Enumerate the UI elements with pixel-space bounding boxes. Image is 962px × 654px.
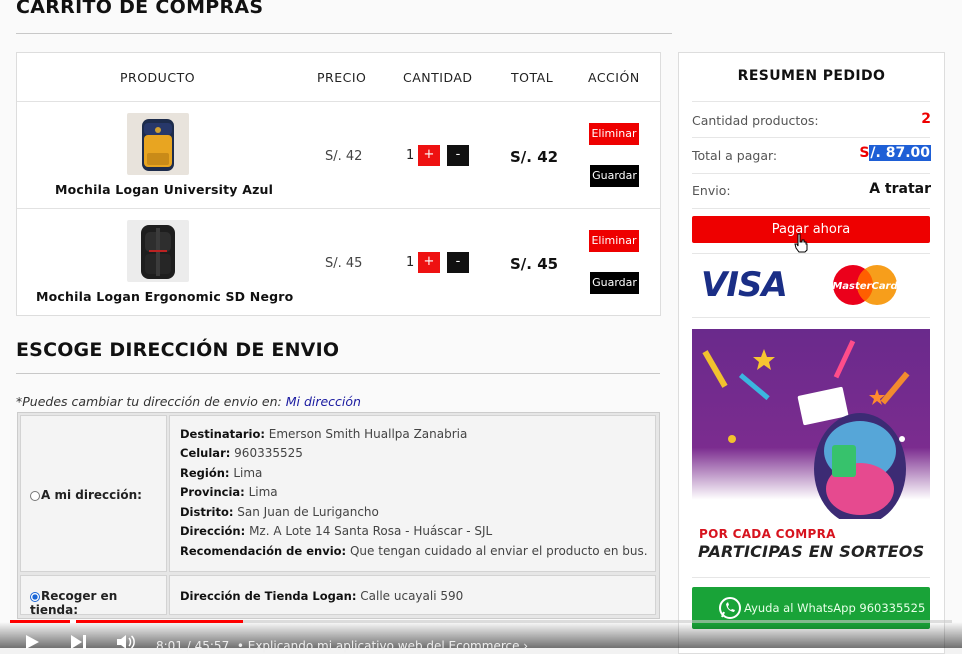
promo-line-1: POR CADA COMPRA [699,527,836,541]
summary-divider [692,137,930,138]
title-divider [16,33,672,34]
shipping-note: *Puedes cambiar tu dirección de envio en… [16,394,361,409]
home-option-cell[interactable]: A mi dirección: [20,415,167,572]
video-chapter[interactable]: • Explicando mi aplicativo web del Ecomm… [237,639,520,653]
increase-quantity-button[interactable]: + [418,252,440,273]
decrease-quantity-button[interactable]: - [447,145,469,166]
address-recipient: Destinatario: Emerson Smith Huallpa Zana… [180,427,468,441]
shipping-label: Envio: [692,183,731,198]
summary-divider [692,253,930,254]
svg-text:MasterCard: MasterCard [832,281,898,292]
total-label: Total a pagar: [692,148,778,163]
mastercard-logo: MasterCard [829,263,901,307]
save-button[interactable]: Guardar [590,165,639,187]
product-name: Mochila Logan University Azul [55,182,274,197]
shipping-value: A tratar [869,181,931,197]
summary-divider [692,101,930,102]
increase-quantity-button[interactable]: + [418,145,440,166]
whatsapp-icon [719,597,741,619]
summary-title: RESUMEN PEDIDO [737,68,886,84]
video-time-value: 8:01 / 45:57 [156,639,230,653]
address-street: Dirección: Mz. A Lote 14 Santa Rosa - Hu… [180,524,493,538]
header-total: TOTAL [511,70,554,85]
store-option-cell[interactable]: Recoger en tienda: [20,575,167,617]
header-action: ACCIÓN [588,70,640,85]
visa-logo: VISA [701,265,788,305]
home-option-label: A mi dirección: [41,488,142,502]
store-radio[interactable] [30,591,40,602]
quantity-value: 2 [921,111,931,127]
delete-button[interactable]: Eliminar [589,123,639,145]
store-option[interactable]: Recoger en tienda: [30,589,166,617]
store-address: Dirección de Tienda Logan: Calle ucayali… [180,589,464,603]
header-price: PRECIO [317,70,367,85]
product-total: S/. 42 [510,148,559,166]
product-name: Mochila Logan Ergonomic SD Negro [36,289,294,304]
page-title: CARRITO DE COMPRAS [16,0,264,18]
product-price: S/. 42 [325,149,363,164]
promo-banner[interactable]: POR CADA COMPRA PARTICIPAS EN SORTEOS [692,329,930,566]
video-progress-played [10,620,243,623]
delete-button[interactable]: Eliminar [589,230,639,252]
decrease-quantity-button[interactable]: - [447,252,469,273]
video-progress-bar[interactable] [10,620,952,623]
summary-divider [692,173,930,174]
total-value: S/. 87.00 [859,145,931,161]
header-product: PRODUCTO [120,70,196,85]
product-quantity: 1 [406,255,415,270]
next-icon[interactable] [70,634,88,654]
page: CARRITO DE COMPRAS PRODUCTO PRECIO CANTI… [0,0,962,654]
product-image[interactable] [127,220,189,282]
row-divider [17,208,660,209]
home-option[interactable]: A mi dirección: [30,488,142,502]
volume-icon[interactable] [116,634,136,654]
address-phone: Celular: 960335525 [180,446,303,460]
product-quantity: 1 [406,148,415,163]
play-icon[interactable] [24,634,40,654]
video-time: 8:01 / 45:57 • Explicando mi aplicativo … [156,639,529,653]
header-quantity: CANTIDAD [403,70,473,85]
summary-divider [692,208,930,209]
summary-divider [692,317,930,318]
cart-table: PRODUCTO PRECIO CANTIDAD TOTAL ACCIÓN Mo… [16,52,661,316]
shipping-divider [16,373,660,374]
shipping-note-text: *Puedes cambiar tu dirección de envio en… [16,394,282,409]
video-chapter-marker [70,620,76,623]
shipping-title: ESCOGE DIRECCIÓN DE ENVIO [16,339,340,361]
address-region: Región: Lima [180,466,263,480]
summary-divider [692,577,930,578]
promo-line-2: PARTICIPAS EN SORTEOS [698,542,925,561]
product-image[interactable] [127,113,189,175]
address-district: Distrito: San Juan de Lurigancho [180,505,379,519]
promo-illustration [702,340,910,525]
product-price: S/. 45 [325,256,363,271]
product-total: S/. 45 [510,255,559,273]
home-radio[interactable] [30,490,40,501]
store-option-label: Recoger en tienda: [30,589,118,617]
header-divider [17,101,660,102]
save-button[interactable]: Guardar [590,272,639,294]
address-province: Provincia: Lima [180,485,278,499]
quantity-label: Cantidad productos: [692,113,819,128]
whatsapp-button-label: Ayuda al WhatsApp 960335525 [744,601,926,615]
my-address-link[interactable]: Mi dirección [286,394,361,409]
address-recommendation: Recomendación de envio: Que tengan cuida… [180,544,648,558]
order-summary: RESUMEN PEDIDO Cantidad productos: 2 Tot… [678,52,945,654]
pay-now-button[interactable]: Pagar ahora [692,216,930,243]
